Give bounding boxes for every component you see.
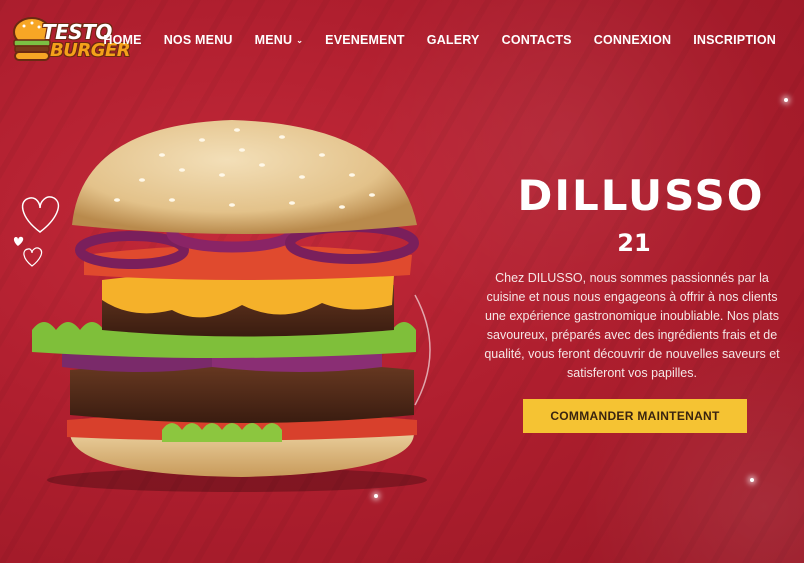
sparkle bbox=[750, 478, 754, 482]
nav-item-evenement[interactable]: EVENEMENT bbox=[325, 33, 405, 47]
hero-number: 21 bbox=[617, 229, 651, 257]
nav-item-connexion[interactable]: CONNEXION bbox=[594, 33, 672, 47]
hero-description: Chez DILUSSO, nous sommes passionnés par… bbox=[484, 271, 780, 380]
nav-item-menu-label: MENU bbox=[254, 33, 293, 47]
hero-section: DILLUSSO 21 Chez DILUSSO, nous sommes pa… bbox=[480, 175, 784, 433]
sparkle bbox=[784, 98, 788, 102]
nav-item-galery[interactable]: GALERY bbox=[427, 33, 480, 47]
order-now-button[interactable]: COMMANDER MAINTENANT bbox=[523, 399, 747, 433]
nav-item-nos-menu[interactable]: NOS MENU bbox=[164, 33, 233, 47]
burger-image bbox=[32, 120, 427, 492]
main-nav: HOME NOS MENU MENU ⌄ EVENEMENT GALERY CO… bbox=[103, 33, 776, 47]
hero-title: DILLUSSO bbox=[517, 171, 765, 220]
nav-item-inscription[interactable]: INSCRIPTION bbox=[693, 33, 776, 47]
nav-item-contacts[interactable]: CONTACTS bbox=[502, 33, 572, 47]
nav-item-home[interactable]: HOME bbox=[103, 33, 141, 47]
chevron-down-icon: ⌄ bbox=[296, 35, 304, 45]
nav-item-menu[interactable]: MENU ⌄ bbox=[255, 33, 304, 47]
